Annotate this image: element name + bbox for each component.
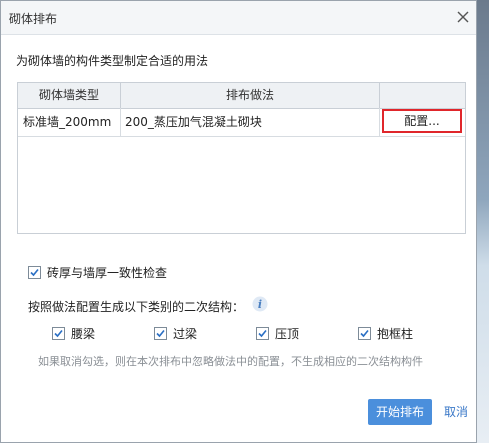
lintel-label: 过梁 xyxy=(173,327,198,341)
svg-text:i: i xyxy=(258,298,262,311)
option-frame-column[interactable]: 抱框柱 xyxy=(358,325,413,342)
cell-layout-method: 200_蒸压加气混凝土砌块 xyxy=(121,108,380,136)
checkbox-waist-beam[interactable] xyxy=(52,327,65,340)
dialog-titlebar: 砌体排布 xyxy=(1,1,476,35)
wall-type-table: 砌体墙类型 排布做法 标准墙_200mm 200_蒸压加气混凝土砌块 配置... xyxy=(17,82,466,234)
option-waist-beam[interactable]: 腰梁 xyxy=(52,325,95,342)
close-icon[interactable] xyxy=(455,9,471,25)
option-coping[interactable]: 压顶 xyxy=(256,325,299,342)
frame-column-label: 抱框柱 xyxy=(377,327,414,341)
start-layout-button[interactable]: 开始排布 xyxy=(368,399,432,425)
cancel-button[interactable]: 取消 xyxy=(437,399,475,425)
secondary-structure-label: 按照做法配置生成以下类别的二次结构： xyxy=(28,300,245,314)
column-header-wall-type: 砌体墙类型 xyxy=(18,83,121,108)
option-lintel[interactable]: 过梁 xyxy=(154,325,197,342)
dialog-title: 砌体排布 xyxy=(9,12,58,26)
check-icon xyxy=(258,329,267,338)
cell-action: 配置... xyxy=(380,108,465,136)
column-header-action xyxy=(380,83,465,108)
waist-beam-label: 腰梁 xyxy=(71,327,96,341)
masonry-layout-dialog: 砌体排布 为砌体墙的构件类型制定合适的用法 砌体墙类型 排布做法 标准墙_200… xyxy=(0,0,477,443)
check-icon xyxy=(30,268,39,277)
uncheck-hint: 如果取消勾选，则在本次排布中忽略做法中的配置，不生成相应的二次结构构件 xyxy=(38,355,423,368)
table-header: 砌体墙类型 排布做法 xyxy=(18,83,465,109)
background-app xyxy=(477,0,489,443)
coping-label: 压顶 xyxy=(275,327,300,341)
consistency-check-label: 砖厚与墙厚一致性检查 xyxy=(47,266,168,280)
cell-wall-type: 标准墙_200mm xyxy=(18,108,121,136)
configure-button[interactable]: 配置... xyxy=(382,109,462,133)
consistency-check-option[interactable]: 砖厚与墙厚一致性检查 xyxy=(28,264,167,281)
checkbox-consistency[interactable] xyxy=(28,266,41,279)
check-icon xyxy=(360,329,369,338)
table-row[interactable]: 标准墙_200mm 200_蒸压加气混凝土砌块 配置... xyxy=(18,108,465,137)
checkbox-lintel[interactable] xyxy=(154,327,167,340)
info-icon[interactable]: i xyxy=(252,296,268,312)
check-icon xyxy=(54,329,63,338)
check-icon xyxy=(156,329,165,338)
checkbox-frame-column[interactable] xyxy=(358,327,371,340)
checkbox-coping[interactable] xyxy=(256,327,269,340)
column-header-layout-method: 排布做法 xyxy=(121,83,380,108)
dialog-description: 为砌体墙的构件类型制定合适的用法 xyxy=(16,54,209,68)
